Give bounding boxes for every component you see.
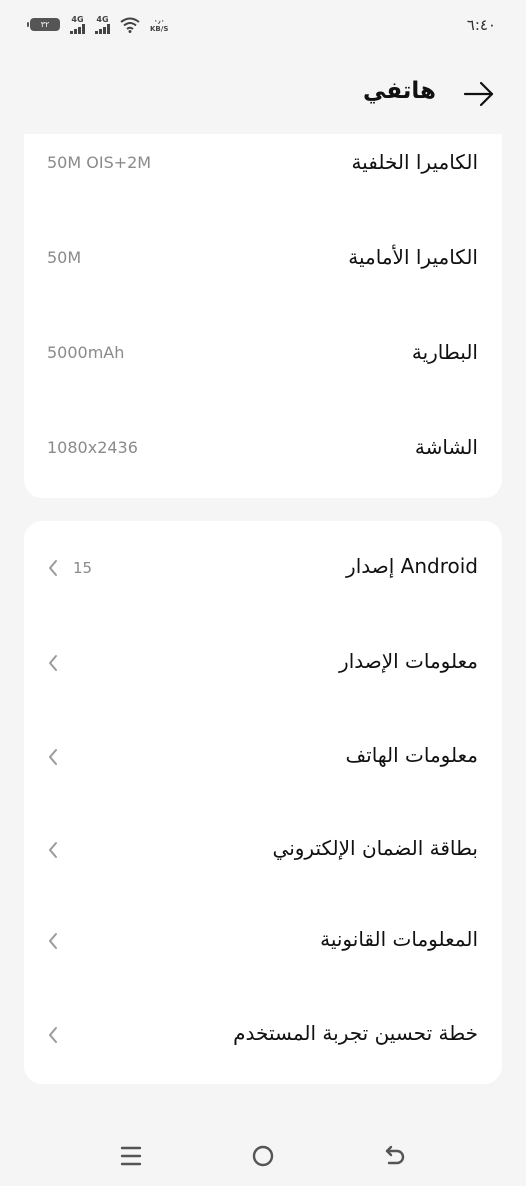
spec-label: البطارية [411,340,478,364]
menu-item-label: خطة تحسين تجربة المستخدم [233,1021,478,1045]
chevron-left-icon [49,933,57,949]
chevron-left-icon [49,1027,57,1043]
battery-icon: ٣٢ [27,18,60,31]
clock: ٦:٤٠ [466,16,496,34]
menu-card: إصدار Android 15 معلومات الإصدار معلومات… [24,521,502,1084]
menu-item-warranty-card[interactable]: بطاقة الضمان الإلكتروني [24,830,502,870]
home-icon[interactable] [249,1142,277,1170]
spec-value: 50M [47,248,82,267]
android-version-value: 15 [73,559,93,577]
spec-label: الشاشة [414,435,478,459]
menu-item-android-version[interactable]: إصدار Android 15 [24,548,502,588]
spec-label: الكاميرا الخلفية [351,150,478,174]
spec-value: 5000mAh [47,343,125,362]
menu-item-label: إصدار Android [346,554,478,578]
header: هاتفي [0,70,526,120]
wifi-icon [120,17,140,33]
network-speed: ٠٫٠ KB/S [150,17,168,33]
menu-item-label: المعلومات القانونية [320,927,478,951]
spec-label: الكاميرا الأمامية [348,245,478,269]
spec-row-display: الشاشة 1080x2436 [24,429,502,469]
chevron-left-icon [49,655,57,671]
network-type-1: 4G [71,15,84,24]
battery-level: ٣٢ [40,20,50,29]
spec-value: 50M OIS+2M [47,153,152,172]
specs-card: الكاميرا الخلفية 50M OIS+2M الكاميرا الأ… [24,134,502,498]
menu-item-phone-info[interactable]: معلومات الهاتف [24,737,502,777]
menu-item-user-experience[interactable]: خطة تحسين تجربة المستخدم [24,1015,502,1055]
page-title: هاتفي [362,78,436,104]
chevron-left-icon [49,842,57,858]
menu-item-label: معلومات الإصدار [339,649,478,673]
status-icons: ٣٢ 4G 4G ٠٫٠ KB/S [27,15,168,34]
spec-row-rear-camera: الكاميرا الخلفية 50M OIS+2M [24,144,502,184]
spec-row-battery: البطارية 5000mAh [24,334,502,374]
chevron-left-icon [49,749,57,765]
signal-icon-2: 4G [95,15,110,34]
status-bar: ٣٢ 4G 4G ٠٫٠ KB/S ٦:٤٠ [0,0,526,56]
navigation-bar [0,1130,526,1186]
spec-row-front-camera: الكاميرا الأمامية 50M [24,239,502,279]
menu-item-label: بطاقة الضمان الإلكتروني [272,836,478,860]
back-arrow-icon[interactable] [462,80,496,108]
speed-value: ٠٫٠ [153,16,165,25]
menu-item-label: معلومات الهاتف [345,743,478,767]
signal-icon: 4G [70,15,85,34]
chevron-left-icon [49,560,57,576]
speed-unit: KB/S [150,24,169,33]
menu-icon[interactable] [117,1142,145,1170]
back-gesture-icon[interactable] [381,1142,409,1170]
network-type-2: 4G [96,15,109,24]
spec-value: 1080x2436 [47,438,138,457]
menu-item-version-info[interactable]: معلومات الإصدار [24,643,502,683]
menu-item-legal-info[interactable]: المعلومات القانونية [24,921,502,961]
